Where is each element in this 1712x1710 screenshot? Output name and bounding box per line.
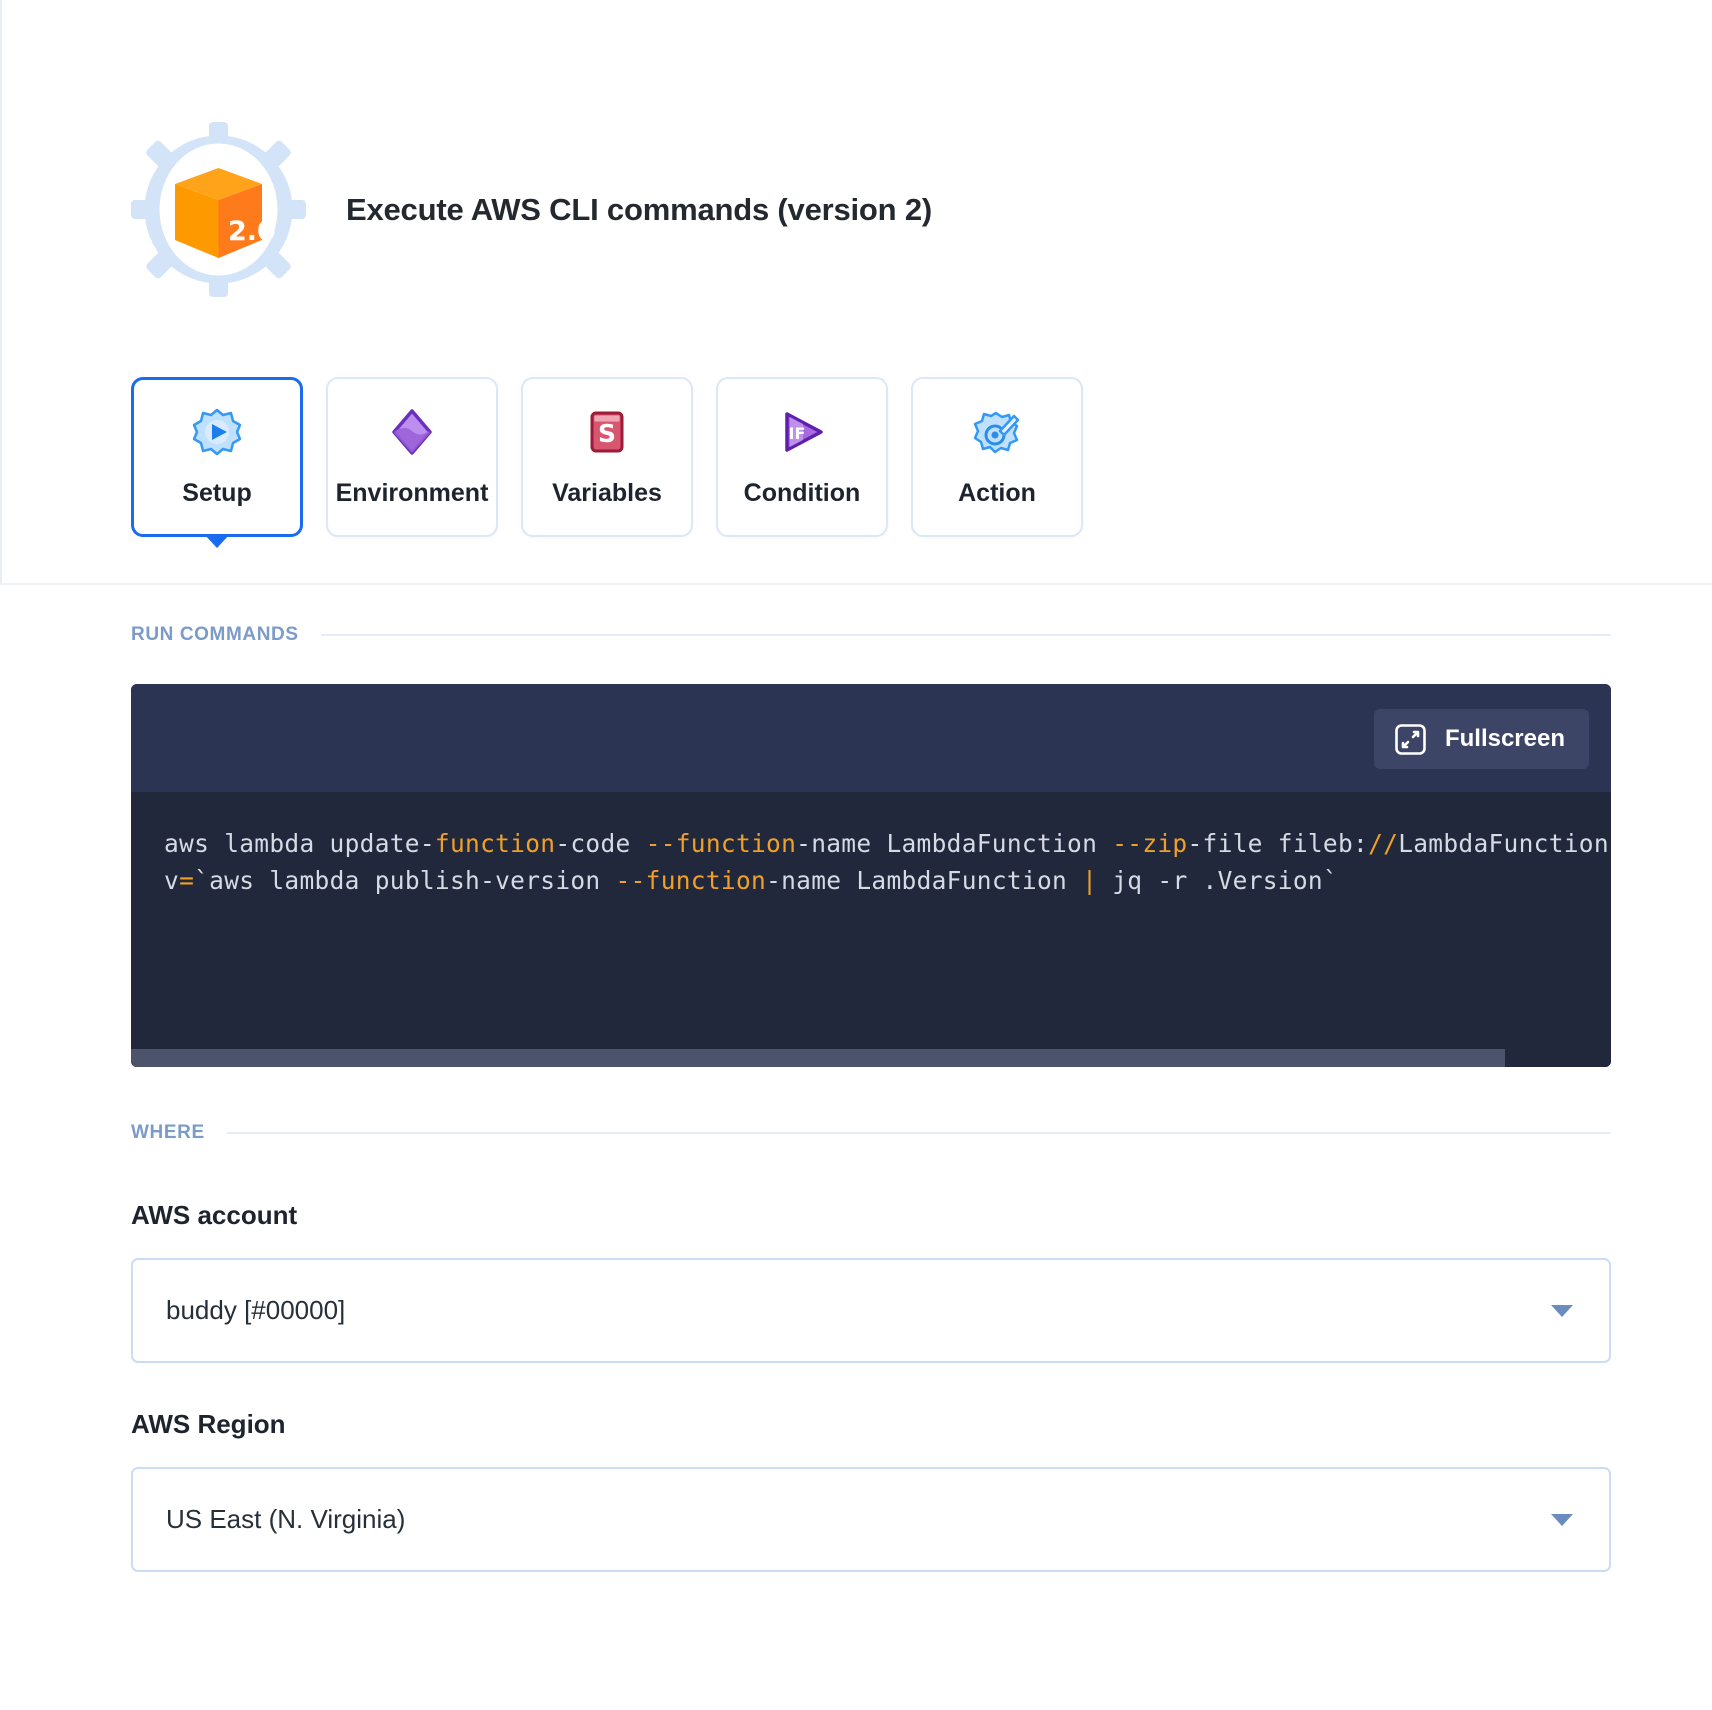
purple-diamond-icon [387,407,437,457]
left-edge-divider [0,0,2,585]
section-header-run-commands: RUN COMMANDS [131,624,1611,646]
red-dollar-card-icon: S [582,407,632,457]
expand-fullscreen-icon [1394,723,1427,756]
tab-environment-label: Environment [335,478,489,507]
code-line: v=`aws lambda publish-version --function… [164,866,1338,895]
aws-account-label: AWS account [131,1200,298,1230]
fullscreen-label: Fullscreen [1444,725,1565,752]
chevron-down-icon[interactable] [1551,1304,1573,1317]
section-divider [320,634,1611,636]
editor-horizontal-scrollbar[interactable] [131,1049,1611,1067]
section-label-where: WHERE [131,1122,205,1143]
gear-wrench-icon [972,407,1022,457]
svg-text:S: S [598,419,616,448]
tab-action[interactable]: Action [911,377,1083,537]
run-commands-editor[interactable]: Fullscreen aws lambda update-function-co… [131,684,1611,1067]
editor-toolbar: Fullscreen [131,684,1611,792]
editor-code-area[interactable]: aws lambda update-function-code --functi… [131,792,1611,1067]
header-bottom-divider [0,583,1712,585]
chevron-down-icon[interactable] [1551,1513,1573,1526]
section-divider [226,1132,1611,1134]
gear-play-icon [192,407,242,457]
tab-environment[interactable]: Environment [326,377,498,537]
tab-strip: Setup Environment S Variables IF Conditi… [131,377,1083,537]
svg-text:IF: IF [789,424,806,443]
section-label-run-commands: RUN COMMANDS [131,624,299,645]
tab-setup[interactable]: Setup [131,377,303,537]
svg-text:2.0: 2.0 [228,216,276,247]
tab-variables[interactable]: S Variables [521,377,693,537]
aws-region-label: AWS Region [131,1409,286,1439]
fullscreen-button[interactable]: Fullscreen [1373,709,1589,769]
page-header: 2.0 Execute AWS CLI commands (version 2) [131,122,932,297]
tab-condition[interactable]: IF Condition [716,377,888,537]
aws-account-select[interactable]: buddy [#00000] [131,1258,1611,1363]
aws-cli-v2-cube-gear-icon: 2.0 [131,122,306,297]
aws-region-value: US East (N. Virginia) [166,1504,406,1534]
tab-variables-label: Variables [552,478,662,507]
section-header-where: WHERE [131,1122,1611,1144]
aws-region-select[interactable]: US East (N. Virginia) [131,1467,1611,1572]
action-config-page: 2.0 Execute AWS CLI commands (version 2)… [0,0,1712,1710]
code-line: aws lambda update-function-code --functi… [164,829,1611,858]
tab-condition-label: Condition [743,478,861,507]
editor-scrollbar-thumb[interactable] [131,1049,1505,1067]
tab-action-label: Action [958,478,1036,507]
tab-setup-label: Setup [182,478,252,507]
page-title: Execute AWS CLI commands (version 2) [346,191,932,227]
aws-account-value: buddy [#00000] [166,1295,346,1325]
purple-if-play-icon: IF [777,407,827,457]
